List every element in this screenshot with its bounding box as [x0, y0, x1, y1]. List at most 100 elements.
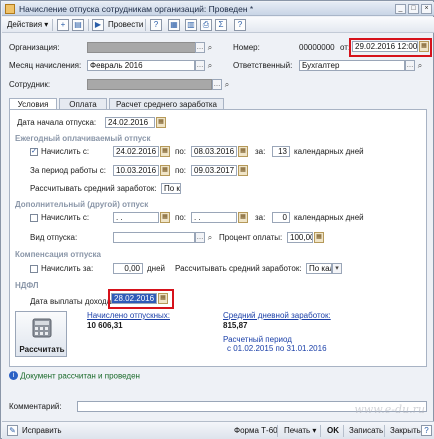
employee-field[interactable] [87, 79, 212, 90]
vacation-type-label: Вид отпуска: [30, 233, 78, 242]
toolbar-separator [52, 19, 53, 31]
accrue-from-field[interactable]: 24.02.2016 [113, 146, 159, 157]
vacation-type-choose-button[interactable]: … [195, 232, 205, 243]
number-value[interactable]: 00000000 [299, 43, 335, 52]
calendar-icon[interactable]: ▦ [419, 41, 429, 52]
organization-choose-button[interactable]: … [195, 42, 205, 53]
post-button[interactable]: Провести [106, 19, 145, 31]
add-icon[interactable]: + [57, 19, 69, 31]
compensation-days-field[interactable]: 0,00 [113, 263, 143, 274]
edit-icon[interactable]: ✎ [7, 425, 18, 436]
calc-period-value[interactable]: с 01.02.2015 по 31.01.2016 [227, 344, 327, 353]
responsible-field[interactable]: Бухгалтер [299, 60, 405, 71]
search-icon[interactable]: ⌕ [205, 232, 215, 243]
calendar-icon[interactable]: ▦ [238, 165, 248, 176]
calendar-icon[interactable]: ▦ [156, 117, 166, 128]
maximize-button[interactable]: □ [408, 4, 419, 14]
compensation-section: Компенсация отпуска [15, 250, 102, 259]
calendar-icon[interactable]: ▦ [158, 293, 168, 304]
calendar-icon[interactable]: ▦ [160, 146, 170, 157]
accrue-to-field[interactable]: 08.03.2016 [191, 146, 237, 157]
calculator-icon [32, 318, 52, 338]
vacation-type-field[interactable] [113, 232, 195, 243]
month-choose-button[interactable]: … [195, 60, 205, 71]
print-menu-button[interactable]: Печать ▾ [284, 425, 316, 437]
calendar-icon[interactable]: ▦ [238, 212, 248, 223]
document-icon [5, 4, 15, 14]
additional-to-field[interactable]: . . [191, 212, 237, 223]
calendar-icon[interactable]: ▦ [238, 146, 248, 157]
calc-icon[interactable]: Σ [215, 19, 227, 31]
period-to-field[interactable]: 09.03.2017 [191, 165, 237, 176]
accrued-label[interactable]: Начислено отпускных: [87, 311, 170, 320]
accrue-from-label: Начислить с: [41, 147, 90, 156]
to-label: по: [175, 166, 187, 175]
help-icon[interactable]: ? [150, 19, 162, 31]
compensation-accrue-label: Начислить за: [41, 264, 94, 273]
responsible-choose-button[interactable]: … [405, 60, 415, 71]
month-label: Месяц начисления: [9, 61, 82, 70]
compensation-checkbox[interactable] [30, 265, 38, 273]
number-label: Номер: [233, 43, 260, 52]
search-icon[interactable]: ⌕ [222, 79, 232, 90]
doc2-icon[interactable]: ▥ [185, 19, 197, 31]
ndfl-section: НДФЛ [15, 281, 39, 290]
additional-from-field[interactable]: . . [113, 212, 159, 223]
income-date-label: Дата выплаты дохода: [30, 297, 114, 306]
avg-daily-label[interactable]: Средний дневной заработок: [223, 311, 331, 320]
calendar-icon[interactable]: ▦ [160, 165, 170, 176]
calculate-button-label: Рассчитать [19, 345, 65, 354]
accrued-value: 10 606,31 [87, 321, 123, 330]
calculate-button[interactable]: Рассчитать [15, 311, 67, 357]
compensation-avg-dropdown[interactable]: ▾ [332, 263, 342, 274]
calendar-days-label: календарных дней [294, 213, 364, 222]
organization-field[interactable] [87, 42, 201, 53]
form-t60-button[interactable]: Форма Т-60 [234, 425, 278, 437]
actions-menu[interactable]: Действия ▾ [5, 19, 50, 31]
bottom-bar: ✎ Исправить Форма Т-60 Печать ▾ OK Запис… [2, 421, 434, 439]
doc-icon[interactable]: ▦ [168, 19, 180, 31]
responsible-label: Ответственный: [233, 61, 293, 70]
save-button[interactable]: Записать [349, 425, 383, 437]
document-date-field[interactable]: 29.02.2016 12:00 [352, 41, 418, 52]
accrue-from-checkbox[interactable]: ✓ [30, 148, 38, 156]
payment-percent-label: Процент оплаты: [219, 233, 283, 242]
watermark: www.e-du.ru [354, 403, 425, 416]
avg-daily-value: 815,87 [223, 321, 248, 330]
search-icon[interactable]: ⌕ [415, 60, 425, 71]
ok-button[interactable]: OK [327, 425, 339, 437]
additional-days-field[interactable]: 0 [272, 212, 290, 223]
post-icon[interactable]: ▶ [92, 19, 104, 31]
bottom-separator [320, 425, 321, 437]
title-bar: Начисление отпуска сотрудникам организац… [2, 2, 434, 16]
compensation-avg-select[interactable]: По кал [306, 263, 332, 274]
search-icon[interactable]: ⌕ [205, 60, 215, 71]
avg-earnings-select[interactable]: По к [161, 183, 181, 194]
copy-icon[interactable]: ▤ [72, 19, 84, 31]
close-button[interactable]: × [421, 4, 432, 14]
vacation-start-field[interactable]: 24.02.2016 [105, 117, 155, 128]
calendar-icon[interactable]: ▦ [160, 212, 170, 223]
help2-icon[interactable]: ? [234, 19, 246, 31]
fix-button[interactable]: Исправить [22, 425, 62, 437]
help-icon[interactable]: ? [421, 425, 432, 436]
employee-label: Сотрудник: [9, 80, 51, 89]
additional-accrue-checkbox[interactable] [30, 214, 38, 222]
month-field[interactable]: Февраль 2016 [87, 60, 195, 71]
minimize-button[interactable]: _ [395, 4, 406, 14]
employee-choose-button[interactable]: … [212, 79, 222, 90]
bottom-separator [343, 425, 344, 437]
for-label: за: [255, 213, 266, 222]
period-from-field[interactable]: 10.03.2016 [113, 165, 159, 176]
toolbar-separator [145, 19, 146, 31]
close-window-button[interactable]: Закрыть [390, 425, 421, 437]
calc-period-label[interactable]: Расчетный период [223, 335, 292, 344]
print-icon[interactable]: ⎙ [200, 19, 212, 31]
annual-vacation-section: Ежегодный оплачиваемый отпуск [15, 134, 151, 143]
calculator-icon[interactable]: ▦ [314, 232, 324, 243]
days-field[interactable]: 13 [272, 146, 290, 157]
payment-percent-field[interactable]: 100,00 [287, 232, 313, 243]
compensation-days-label: дней [147, 264, 166, 273]
search-icon[interactable]: ⌕ [205, 42, 215, 53]
income-date-field[interactable]: 28.02.2016 [111, 293, 157, 304]
